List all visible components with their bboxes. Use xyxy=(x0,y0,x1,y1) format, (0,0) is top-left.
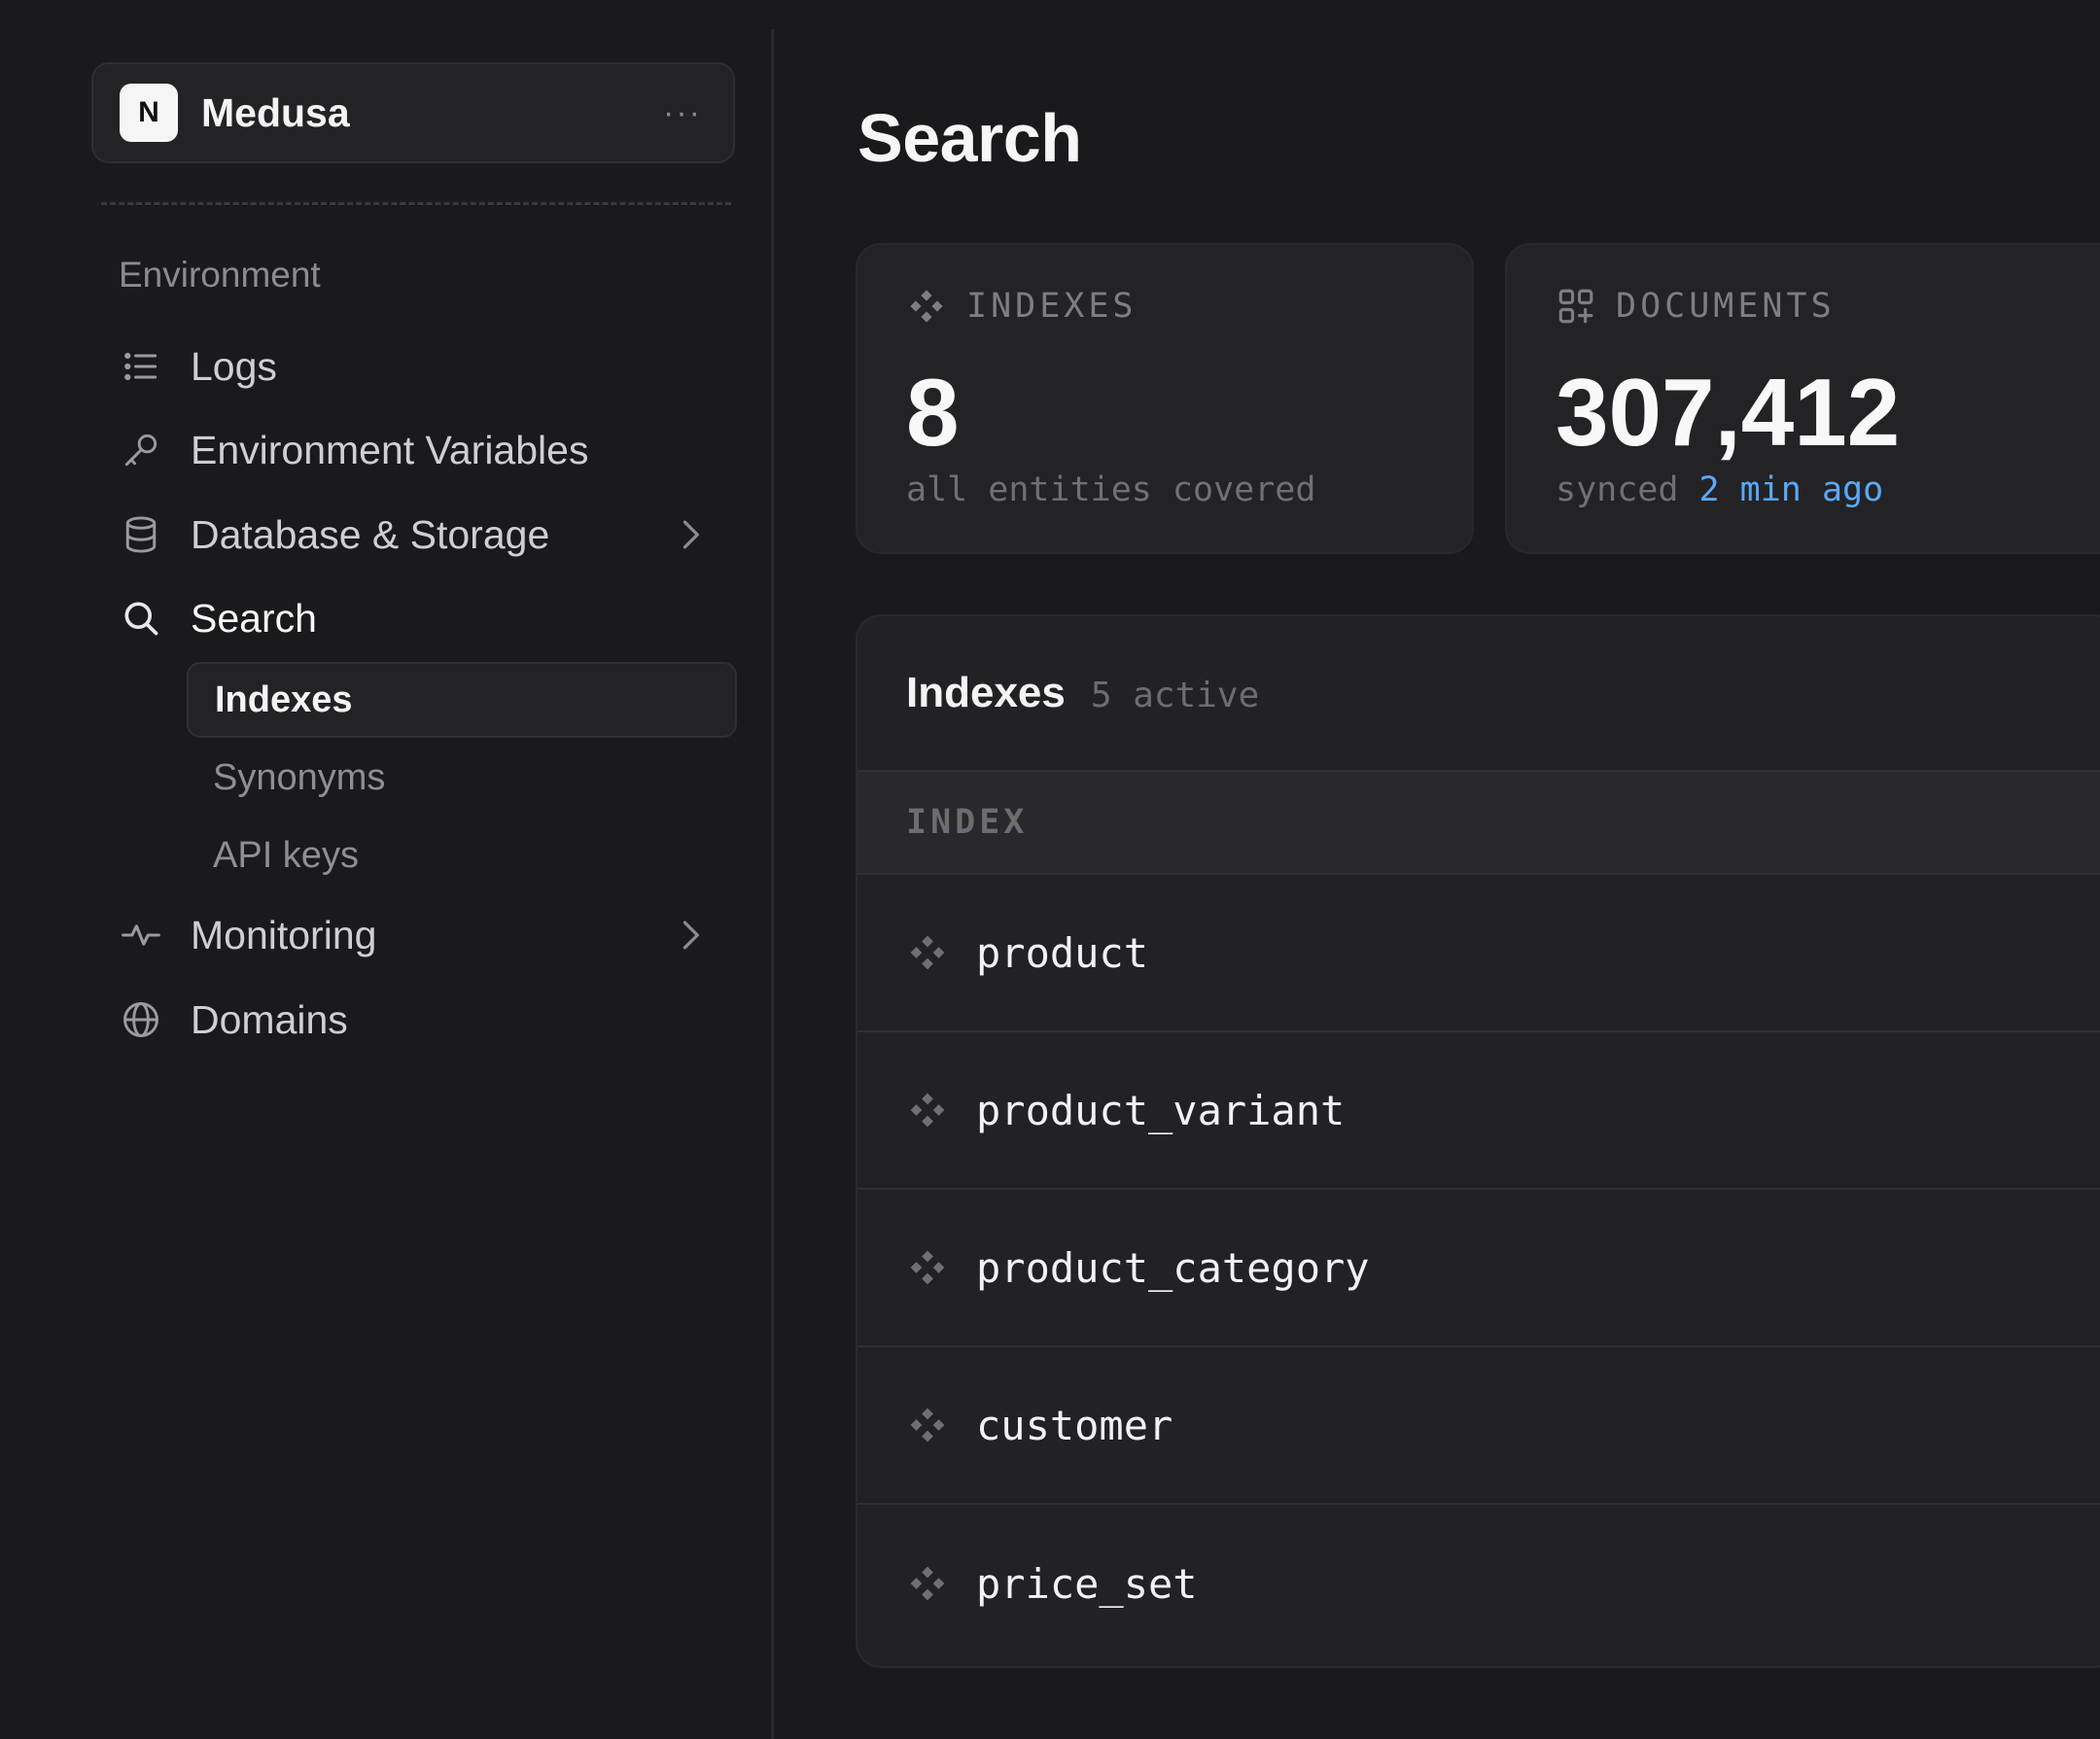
sidebar-divider xyxy=(101,202,731,205)
stat-label: DOCUMENTS xyxy=(1616,287,1836,326)
index-icon xyxy=(906,931,949,974)
stat-card-documents: DOCUMENTS 307,412 synced 2 min ago xyxy=(1505,243,2100,554)
list-icon xyxy=(109,334,173,399)
sidebar-item-label: Environment Variables xyxy=(191,427,589,472)
sidebar-item-search[interactable]: Search xyxy=(109,583,735,653)
index-icon xyxy=(906,1089,949,1131)
org-name: Medusa xyxy=(201,89,350,135)
stat-value: 8 xyxy=(906,359,960,466)
activity-icon xyxy=(109,903,173,967)
sidebar-item-label: Logs xyxy=(191,343,277,389)
page-title: Search xyxy=(858,100,1082,176)
table-row[interactable]: price_set xyxy=(858,1505,2100,1662)
table-row[interactable]: product_category xyxy=(858,1190,2100,1347)
table-row[interactable]: product_variant xyxy=(858,1032,2100,1190)
sidebar-item-database-storage[interactable]: Database & Storage xyxy=(109,500,735,570)
stat-subtext: synced 2 min ago xyxy=(1556,470,1883,509)
org-avatar: N xyxy=(120,84,178,142)
sync-time: 2 min ago xyxy=(1698,470,1884,509)
sidebar-border xyxy=(771,29,774,1739)
stat-label: INDEXES xyxy=(966,287,1138,326)
sidebar-subitem-synonyms[interactable]: Synonyms xyxy=(187,740,737,816)
table-row[interactable]: product xyxy=(858,875,2100,1032)
key-icon xyxy=(109,418,173,482)
section-label-environment: Environment xyxy=(119,255,321,295)
index-name: price_set xyxy=(976,1559,1198,1608)
table-body: product product_variant product_category… xyxy=(858,875,2100,1662)
index-name: product_variant xyxy=(976,1086,1346,1134)
chevron-right-icon[interactable] xyxy=(669,914,712,956)
table-header: INDEX xyxy=(858,770,2100,875)
table-count: 5 active xyxy=(1090,676,1260,715)
sidebar-item-monitoring[interactable]: Monitoring xyxy=(109,900,735,970)
stat-card-indexes: INDEXES 8 all entities covered xyxy=(856,243,1474,554)
stat-subtext-prefix: synced xyxy=(1556,470,1679,509)
stat-subtext: all entities covered xyxy=(906,470,1316,509)
index-icon xyxy=(906,1404,949,1446)
sidebar-item-label: Database & Storage xyxy=(191,511,550,557)
globe-icon xyxy=(109,988,173,1052)
sidebar-item-label: Domains xyxy=(191,996,348,1042)
sidebar-subitem-indexes[interactable]: Indexes xyxy=(187,662,737,738)
more-options-icon[interactable]: ··· xyxy=(657,87,708,138)
sidebar-item-environment-variables[interactable]: Environment Variables xyxy=(109,415,735,485)
stat-value: 307,412 xyxy=(1556,359,1901,466)
column-header-index[interactable]: INDEX xyxy=(906,803,1028,842)
org-switcher[interactable]: N Medusa ··· xyxy=(91,62,735,163)
sidebar-item-logs[interactable]: Logs xyxy=(109,331,735,401)
index-name: customer xyxy=(976,1401,1173,1449)
index-icon xyxy=(906,1562,949,1605)
index-icon xyxy=(906,1246,949,1289)
index-icon xyxy=(910,290,943,323)
sidebar-item-domains[interactable]: Domains xyxy=(109,985,735,1055)
search-icon xyxy=(109,586,173,650)
sidebar-subitem-api-keys[interactable]: API keys xyxy=(187,817,737,893)
grid-plus-icon xyxy=(1558,289,1593,324)
indexes-table: Indexes 5 active INDEX product product_v… xyxy=(856,614,2100,1668)
sidebar-item-label: Search xyxy=(191,595,317,641)
table-row[interactable]: customer xyxy=(858,1347,2100,1505)
index-name: product_category xyxy=(976,1243,1370,1292)
sidebar-item-label: Monitoring xyxy=(191,912,377,957)
index-name: product xyxy=(976,928,1149,977)
sidebar: N Medusa ··· Environment Logs Environmen… xyxy=(0,0,771,1739)
table-title: Indexes xyxy=(906,669,1066,716)
database-icon xyxy=(109,503,173,567)
chevron-right-icon[interactable] xyxy=(669,513,712,556)
